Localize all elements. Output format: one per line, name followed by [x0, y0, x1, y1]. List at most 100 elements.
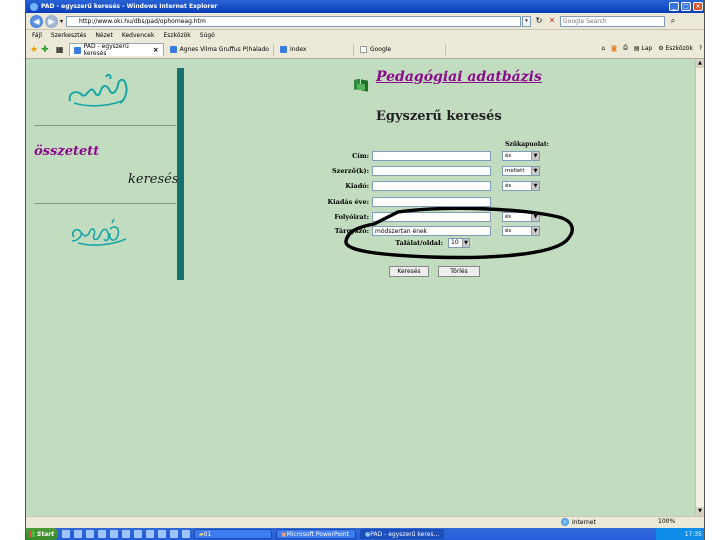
- subject-operator-select[interactable]: és ▼: [502, 226, 540, 236]
- page-title: Egyszerű keresés: [376, 109, 502, 124]
- vertical-scrollbar[interactable]: ▲ ▼: [695, 59, 704, 516]
- hits-per-page-label: Találat/oldal:: [395, 239, 443, 247]
- journal-label: Folyóirat:: [334, 213, 369, 221]
- chevron-down-icon: ▼: [531, 167, 539, 175]
- print-icon[interactable]: ⎙: [623, 44, 628, 52]
- select-value: és: [505, 153, 512, 159]
- menu-favorites[interactable]: Kedvencek: [122, 32, 155, 39]
- menu-help[interactable]: Súgó: [200, 32, 215, 39]
- tab-bar: ★ ✚ ▦ PAD - egyszerű keresés × Agnes Vil…: [26, 41, 704, 59]
- quicklaunch-icon[interactable]: [182, 530, 190, 538]
- quicklaunch-icon[interactable]: [62, 530, 70, 538]
- title-input[interactable]: [372, 151, 491, 161]
- scroll-down-icon[interactable]: ▼: [696, 507, 704, 516]
- menu-view[interactable]: Nézet: [95, 32, 112, 39]
- journal-input[interactable]: [372, 212, 491, 222]
- quicklaunch-icon[interactable]: [146, 530, 154, 538]
- feeds-icon[interactable]: ◙: [611, 45, 617, 52]
- start-button[interactable]: Start: [26, 528, 58, 540]
- search-input[interactable]: [560, 15, 666, 27]
- subject-input[interactable]: [372, 226, 491, 236]
- page-menu-label: Lap: [641, 44, 653, 52]
- menu-file[interactable]: Fájl: [32, 32, 42, 39]
- windows-flag-icon: [29, 531, 35, 537]
- publisher-input[interactable]: [372, 181, 491, 191]
- title-label: Cím:: [352, 152, 369, 160]
- start-label: Start: [37, 530, 55, 538]
- favorites-star-icon[interactable]: ★: [30, 45, 38, 55]
- taskbar-item-ie[interactable]: ● PAD - egyszerű keres...: [360, 529, 444, 539]
- publisher-operator-select[interactable]: és ▼: [502, 181, 540, 191]
- menu-bar: Fájl Szerkesztés Nézet Kedvencek Eszközö…: [26, 30, 704, 41]
- journal-operator-select[interactable]: és ▼: [502, 212, 540, 222]
- tab-agnes[interactable]: Agnes Vilma Gruffus P(halado: [166, 43, 274, 56]
- refresh-icon[interactable]: ↻: [534, 16, 544, 26]
- clear-button[interactable]: Törlés: [438, 266, 480, 277]
- chevron-down-icon: ▼: [531, 227, 539, 235]
- year-input[interactable]: [372, 197, 491, 207]
- search-icon[interactable]: ⌕: [668, 16, 678, 26]
- minimize-button[interactable]: _: [669, 2, 679, 11]
- title-operator-select[interactable]: és ▼: [502, 151, 540, 161]
- sidebar-vertical-bar: [177, 68, 184, 280]
- quicklaunch-icon[interactable]: [98, 530, 106, 538]
- author-input[interactable]: [372, 166, 491, 176]
- tab-close-icon[interactable]: ×: [153, 46, 159, 54]
- scroll-up-icon[interactable]: ▲: [696, 59, 704, 68]
- brand-title[interactable]: Pedagógiai adatbázis: [376, 69, 542, 85]
- select-value: mellett: [505, 168, 525, 174]
- quicklaunch-icon[interactable]: [134, 530, 142, 538]
- sidebar-divider: [34, 203, 176, 204]
- books-logo-icon: [354, 78, 368, 92]
- quicklaunch-icon[interactable]: [110, 530, 118, 538]
- taskbar-item-folder[interactable]: ▰ 01: [194, 529, 272, 539]
- tab-google[interactable]: Google: [356, 43, 446, 56]
- security-zone: Internet: [561, 518, 596, 526]
- zoom-level[interactable]: 100%: [658, 518, 675, 525]
- search-button[interactable]: Keresés: [389, 266, 429, 277]
- chevron-down-icon: ▼: [531, 152, 539, 160]
- mii-logo-icon: [68, 73, 128, 107]
- quicklaunch-icon[interactable]: [122, 530, 130, 538]
- chevron-down-icon: ▼: [531, 213, 539, 221]
- sugo-logo-icon[interactable]: [68, 213, 130, 247]
- year-label: Kiadás éve:: [327, 198, 369, 206]
- publisher-label: Kiadó:: [345, 182, 369, 190]
- help-icon[interactable]: ?: [699, 45, 702, 52]
- window-title: PAD - egyszerű keresés - Windows Interne…: [41, 3, 218, 10]
- author-operator-select[interactable]: mellett ▼: [502, 166, 540, 176]
- sidebar-word-kereses[interactable]: keresés: [128, 172, 179, 187]
- select-value: és: [505, 183, 512, 189]
- stop-icon[interactable]: ✕: [547, 16, 557, 26]
- url-input[interactable]: [66, 15, 522, 27]
- home-icon[interactable]: ⌂: [601, 45, 605, 52]
- quicklaunch-icon[interactable]: [86, 530, 94, 538]
- tab-list-icon[interactable]: ▦: [55, 45, 65, 55]
- address-bar: ◀ ▶ ▾ ▾ ↻ ✕ ⌕: [26, 13, 704, 30]
- quicklaunch-icon[interactable]: [170, 530, 178, 538]
- add-favorite-icon[interactable]: ✚: [41, 45, 49, 55]
- history-dropdown-icon[interactable]: ▾: [60, 18, 63, 25]
- select-value: és: [505, 214, 512, 220]
- menu-tools[interactable]: Eszközök: [163, 32, 190, 39]
- tools-menu[interactable]: ⚙ Eszközök: [658, 45, 693, 52]
- taskbar: Start ▰ 01 ▣ Microsoft PowerPoint - [...…: [26, 528, 704, 540]
- tab-label: Google: [369, 46, 392, 53]
- tab-index[interactable]: Index: [276, 43, 354, 56]
- back-button[interactable]: ◀: [30, 14, 43, 28]
- close-button[interactable]: ×: [693, 2, 703, 11]
- url-dropdown-icon[interactable]: ▾: [522, 15, 532, 27]
- maximize-button[interactable]: □: [681, 2, 691, 11]
- clock: 17:35: [684, 530, 702, 538]
- page-content: összetett keresés Pedagógiai adatbázis E…: [26, 59, 697, 516]
- quicklaunch-icon[interactable]: [158, 530, 166, 538]
- tab-pad-search[interactable]: PAD - egyszerű keresés ×: [68, 43, 164, 57]
- quicklaunch-icon[interactable]: [74, 530, 82, 538]
- forward-button[interactable]: ▶: [45, 14, 58, 28]
- sidebar-word-osszetett[interactable]: összetett: [34, 144, 99, 159]
- hits-per-page-select[interactable]: 10 ▼: [448, 238, 470, 248]
- menu-edit[interactable]: Szerkesztés: [51, 32, 87, 39]
- tab-favicon-icon: [73, 46, 81, 54]
- taskbar-item-powerpoint[interactable]: ▣ Microsoft PowerPoint - [...: [276, 529, 356, 539]
- page-menu[interactable]: ▤ Lap: [634, 45, 652, 52]
